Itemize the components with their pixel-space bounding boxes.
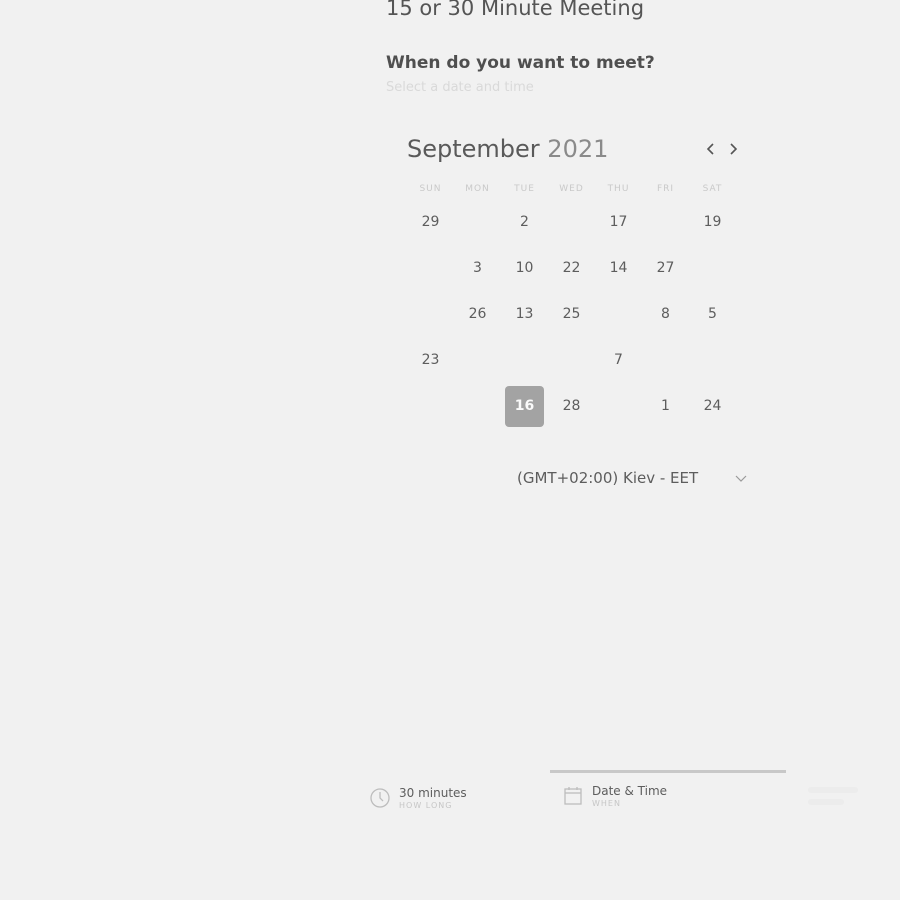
tab-date-time[interactable]: Date & Time WHEN: [562, 784, 667, 808]
step-tabs: 30 minutes HOW LONG Date & Time WHEN: [360, 770, 900, 830]
prev-month-button[interactable]: [701, 139, 721, 159]
calendar-month-label: September 2021: [407, 135, 608, 163]
calendar-day[interactable]: 7: [595, 337, 642, 383]
calendar-day[interactable]: 22: [548, 245, 595, 291]
calendar-day[interactable]: 1: [642, 383, 689, 429]
calendar-day-empty: [454, 383, 501, 429]
active-tab-indicator: [550, 770, 786, 773]
timezone-value: (GMT+02:00) Kiev - EET: [517, 469, 699, 487]
calendar-day[interactable]: 29: [407, 199, 454, 245]
booking-page: 15 or 30 Minute Meeting When do you want…: [0, 0, 900, 900]
calendar-day-empty: [548, 337, 595, 383]
calendar-day[interactable]: 2: [501, 199, 548, 245]
calendar-grid: 29 2 17 19 3 10 22 14 27 26 13 25 8 5 23 7 16 28 1 24: [407, 199, 736, 429]
calendar-day[interactable]: 14: [595, 245, 642, 291]
calendar-day-empty: [689, 245, 736, 291]
calendar-day-empty: [407, 291, 454, 337]
calendar-day-empty: [454, 199, 501, 245]
calendar-week: 23 7: [407, 337, 736, 383]
calendar-day-empty: [407, 245, 454, 291]
calendar-day[interactable]: 19: [689, 199, 736, 245]
section-heading: When do you want to meet?: [386, 53, 655, 73]
calendar-day-empty: [595, 291, 642, 337]
weekday-label: MON: [465, 184, 490, 194]
placeholder-bar: [808, 787, 858, 793]
weekday-label: TUE: [514, 184, 535, 194]
calendar-day[interactable]: 8: [642, 291, 689, 337]
placeholder-bar: [808, 799, 844, 805]
calendar-day[interactable]: 24: [689, 383, 736, 429]
calendar-day-selected[interactable]: 16: [501, 383, 548, 429]
calendar-day[interactable]: 13: [501, 291, 548, 337]
weekday-label: WED: [559, 184, 584, 194]
calendar-day-empty: [501, 337, 548, 383]
calendar-week: 16 28 1 24: [407, 383, 736, 429]
timezone-select[interactable]: (GMT+02:00) Kiev - EET: [500, 462, 750, 494]
weekday-label: SUN: [419, 184, 442, 194]
tab-duration-label: 30 minutes: [399, 786, 467, 800]
calendar-day[interactable]: 3: [454, 245, 501, 291]
calendar-week: 26 13 25 8 5: [407, 291, 736, 337]
tab-date-time-label: Date & Time: [592, 784, 668, 798]
calendar-day-empty: [595, 383, 642, 429]
chevron-left-icon: [706, 143, 714, 155]
clock-icon: [370, 788, 390, 808]
weekday-header: SUN MON TUE WED THU FRI SAT: [407, 184, 736, 194]
next-month-button[interactable]: [723, 139, 743, 159]
selected-day-label: 16: [505, 385, 544, 427]
calendar-day[interactable]: 27: [642, 245, 689, 291]
calendar-day[interactable]: 25: [548, 291, 595, 337]
tab-next-step[interactable]: [808, 787, 868, 810]
calendar-day[interactable]: 17: [595, 199, 642, 245]
calendar-week: 29 2 17 19: [407, 199, 736, 245]
calendar-week: 3 10 22 14 27: [407, 245, 736, 291]
calendar-day[interactable]: 10: [501, 245, 548, 291]
weekday-label: SAT: [702, 184, 723, 194]
section-subtitle: Select a date and time: [386, 80, 534, 95]
calendar-day-empty: [454, 337, 501, 383]
tab-date-time-sub: WHEN: [592, 799, 621, 808]
calendar-day[interactable]: 23: [407, 337, 454, 383]
chevron-right-icon: [730, 143, 738, 155]
calendar-day-empty: [407, 383, 454, 429]
calendar-day-empty: [642, 199, 689, 245]
calendar-day[interactable]: 5: [689, 291, 736, 337]
weekday-label: THU: [607, 184, 630, 194]
chevron-down-icon: [735, 475, 747, 482]
calendar-day[interactable]: 26: [454, 291, 501, 337]
calendar-day-empty: [689, 337, 736, 383]
tab-duration-sub: HOW LONG: [399, 801, 453, 810]
tab-duration[interactable]: 30 minutes HOW LONG: [369, 786, 467, 810]
calendar-day[interactable]: 28: [548, 383, 595, 429]
page-title: 15 or 30 Minute Meeting: [386, 0, 645, 20]
calendar-month: September: [407, 135, 540, 163]
calendar-day-empty: [548, 199, 595, 245]
calendar-year: 2021: [547, 135, 609, 163]
weekday-label: FRI: [656, 184, 675, 194]
calendar-day-empty: [642, 337, 689, 383]
calendar-icon: [564, 787, 582, 805]
